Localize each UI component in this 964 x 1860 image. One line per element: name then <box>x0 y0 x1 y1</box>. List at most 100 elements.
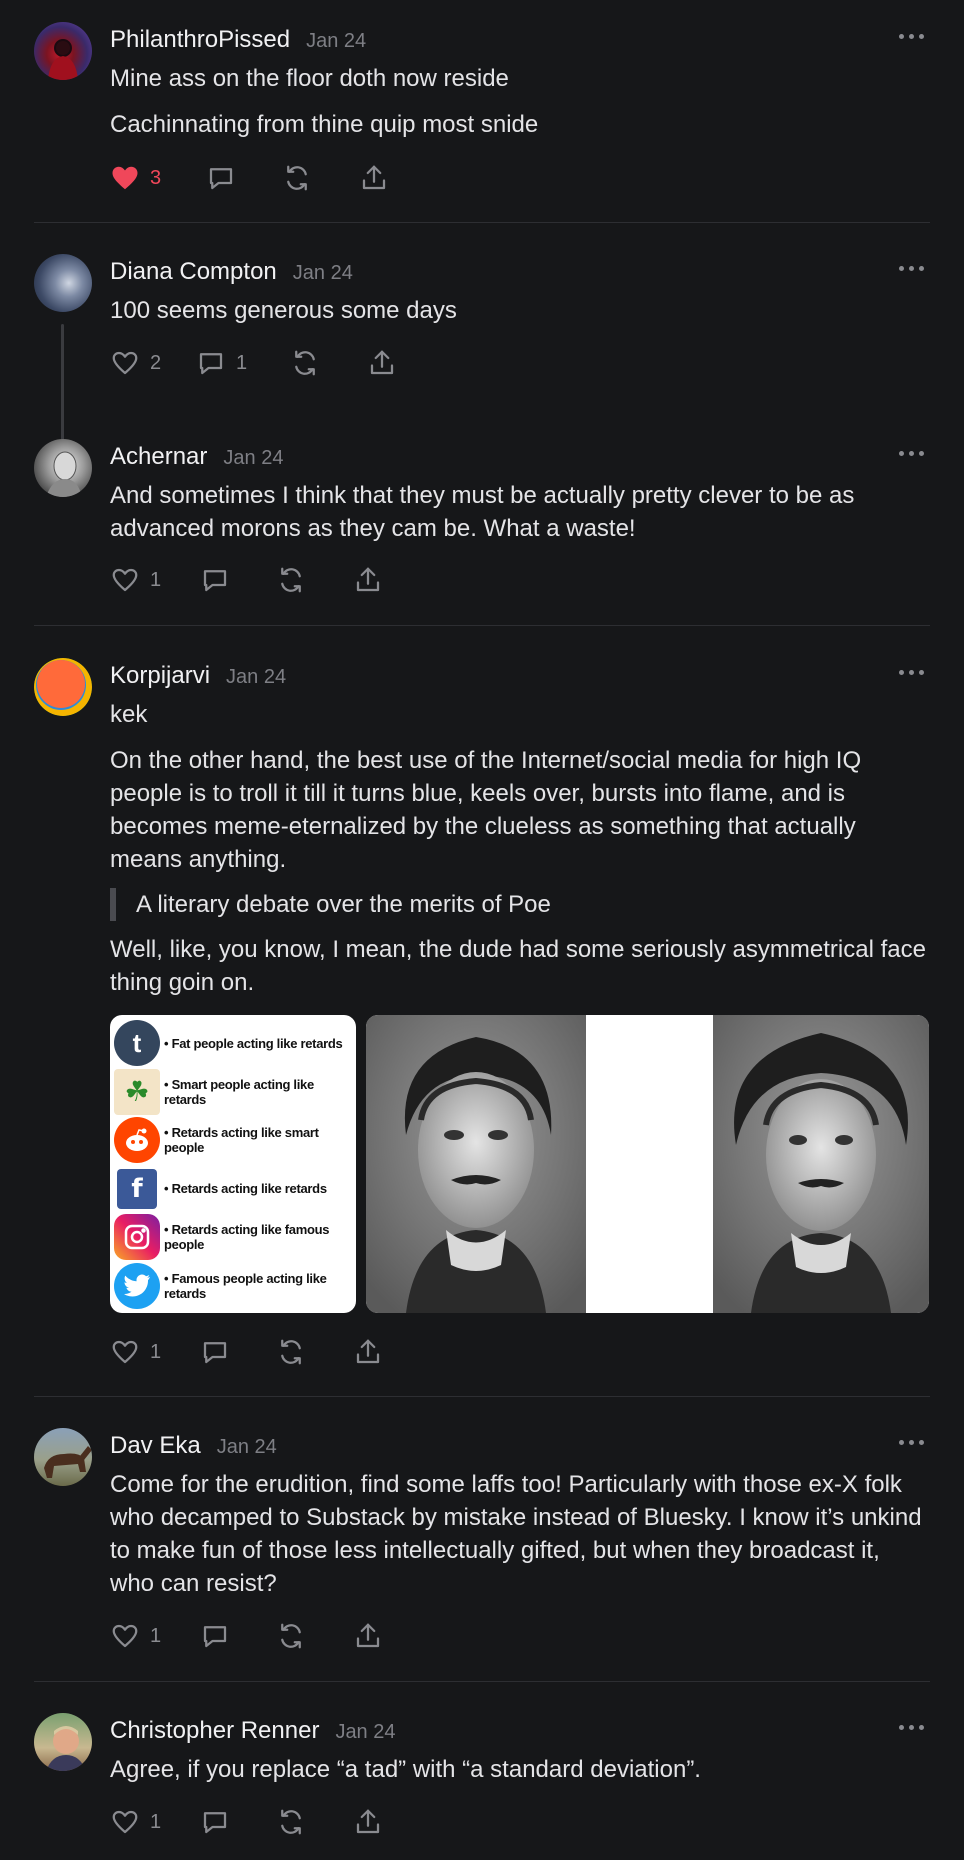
restack-icon <box>281 1623 301 1649</box>
more-options-icon[interactable] <box>899 451 924 456</box>
comment-icon <box>203 1342 227 1364</box>
comment-text: 100 seems generous some days <box>110 297 457 324</box>
like-count: 1 <box>150 1340 162 1363</box>
restack-button[interactable] <box>276 1621 353 1651</box>
comment-body: Dav Eka Jan 24 Come for the erudition, f… <box>110 1428 930 1600</box>
more-options-icon[interactable] <box>899 1440 924 1445</box>
action-bar: 1 <box>110 1335 383 1369</box>
poe-portrait-image[interactable] <box>366 1015 929 1313</box>
author-name[interactable]: Diana Compton <box>110 258 277 286</box>
like-count: 3 <box>150 166 162 189</box>
share-button[interactable] <box>353 1621 383 1651</box>
share-icon <box>356 1809 380 1834</box>
share-button[interactable] <box>353 1337 383 1367</box>
avatar[interactable] <box>34 658 92 716</box>
meme-row: • Retards acting like smart people <box>114 1116 352 1165</box>
reply-button[interactable]: 1 <box>196 348 290 378</box>
author-name[interactable]: Dav Eka <box>110 1432 201 1460</box>
comment-text: kek <box>110 701 148 728</box>
author-name[interactable]: Korpijarvi <box>110 662 210 690</box>
comment-icon <box>203 1626 227 1648</box>
restack-button[interactable] <box>276 1807 353 1837</box>
post-date[interactable]: Jan 24 <box>293 262 353 285</box>
more-options-icon[interactable] <box>899 670 924 675</box>
action-bar: 1 <box>110 1619 383 1653</box>
meme-image[interactable]: t • Fat people acting like retards ☘ • S… <box>110 1015 356 1313</box>
meme-row: t • Fat people acting like retards <box>114 1019 352 1068</box>
avatar[interactable] <box>34 1713 92 1771</box>
restack-icon <box>287 165 307 191</box>
reply-button[interactable] <box>200 1807 276 1837</box>
comment-icon <box>209 168 233 190</box>
like-count: 1 <box>150 1624 162 1647</box>
like-button[interactable]: 1 <box>110 1621 200 1651</box>
more-options-icon[interactable] <box>899 1725 924 1730</box>
meme-caption: • Fat people acting like retards <box>164 1035 343 1051</box>
meme-row: ☘ • Smart people acting like retards <box>114 1068 352 1117</box>
post-date[interactable]: Jan 24 <box>335 1721 395 1744</box>
poe-portrait-drawing <box>366 1015 929 1313</box>
divider <box>34 625 930 626</box>
meme-caption: • Retards acting like smart people <box>164 1125 319 1156</box>
like-count: 1 <box>150 568 162 591</box>
meme-caption: • Retards acting like retards <box>164 1181 327 1197</box>
comment-text: And sometimes I think that they must be … <box>110 482 855 542</box>
restack-icon <box>281 567 301 593</box>
reply-button[interactable] <box>200 1621 276 1651</box>
like-count: 1 <box>150 1810 162 1833</box>
share-button[interactable] <box>359 163 389 193</box>
share-button[interactable] <box>353 1807 383 1837</box>
like-button[interactable]: 1 <box>110 1807 200 1837</box>
reply-button[interactable] <box>200 1337 276 1367</box>
reply-button[interactable] <box>200 565 276 595</box>
restack-icon <box>295 350 315 376</box>
share-icon <box>362 165 386 190</box>
avatar[interactable] <box>34 22 92 80</box>
author-name[interactable]: Achernar <box>110 443 207 471</box>
comment-text: Agree, if you replace “a tad” with “a st… <box>110 1756 701 1783</box>
share-button[interactable] <box>353 565 383 595</box>
post-date[interactable]: Jan 24 <box>226 666 286 689</box>
post-date[interactable]: Jan 24 <box>217 1436 277 1459</box>
like-button[interactable]: 3 <box>110 163 206 193</box>
divider <box>34 1681 930 1682</box>
avatar[interactable] <box>34 254 92 312</box>
restack-icon <box>281 1339 301 1365</box>
post-date[interactable]: Jan 24 <box>223 447 283 470</box>
comment-body: Christopher Renner Jan 24 Agree, if you … <box>110 1713 930 1786</box>
heart-icon <box>112 1340 138 1364</box>
more-options-icon[interactable] <box>899 34 924 39</box>
instagram-icon <box>114 1214 160 1261</box>
author-name[interactable]: PhilanthroPissed <box>110 26 290 54</box>
like-button[interactable]: 2 <box>110 348 196 378</box>
restack-button[interactable] <box>276 565 353 595</box>
comment-body: PhilanthroPissed Jan 24 Mine ass on the … <box>110 22 930 141</box>
comment-text: Mine ass on the floor doth now reside <box>110 65 509 92</box>
divider <box>34 1396 930 1397</box>
avatar[interactable] <box>34 439 92 497</box>
like-button[interactable]: 1 <box>110 1337 200 1367</box>
heart-icon <box>112 1624 138 1648</box>
restack-button[interactable] <box>282 163 359 193</box>
share-icon <box>370 350 394 375</box>
restack-button[interactable] <box>290 348 367 378</box>
divider <box>34 222 930 223</box>
block-quote: A literary debate over the merits of Poe <box>110 888 930 921</box>
comment-text: On the other hand, the best use of the I… <box>110 747 862 873</box>
twitter-icon <box>114 1262 160 1309</box>
share-button[interactable] <box>367 348 397 378</box>
author-name[interactable]: Christopher Renner <box>110 1717 319 1745</box>
share-icon <box>356 1339 380 1364</box>
image-gallery: t • Fat people acting like retards ☘ • S… <box>110 1015 929 1313</box>
comment-text: Cachinnating from thine quip most snide <box>110 111 539 138</box>
like-button[interactable]: 1 <box>110 565 200 595</box>
post-date[interactable]: Jan 24 <box>306 30 366 53</box>
restack-button[interactable] <box>276 1337 353 1367</box>
more-options-icon[interactable] <box>899 266 924 271</box>
avatar[interactable] <box>34 1428 92 1486</box>
like-count: 2 <box>150 351 162 374</box>
restack-icon <box>281 1809 301 1835</box>
comment-icon <box>203 570 227 592</box>
reply-button[interactable] <box>206 163 282 193</box>
action-bar: 3 <box>110 161 389 195</box>
